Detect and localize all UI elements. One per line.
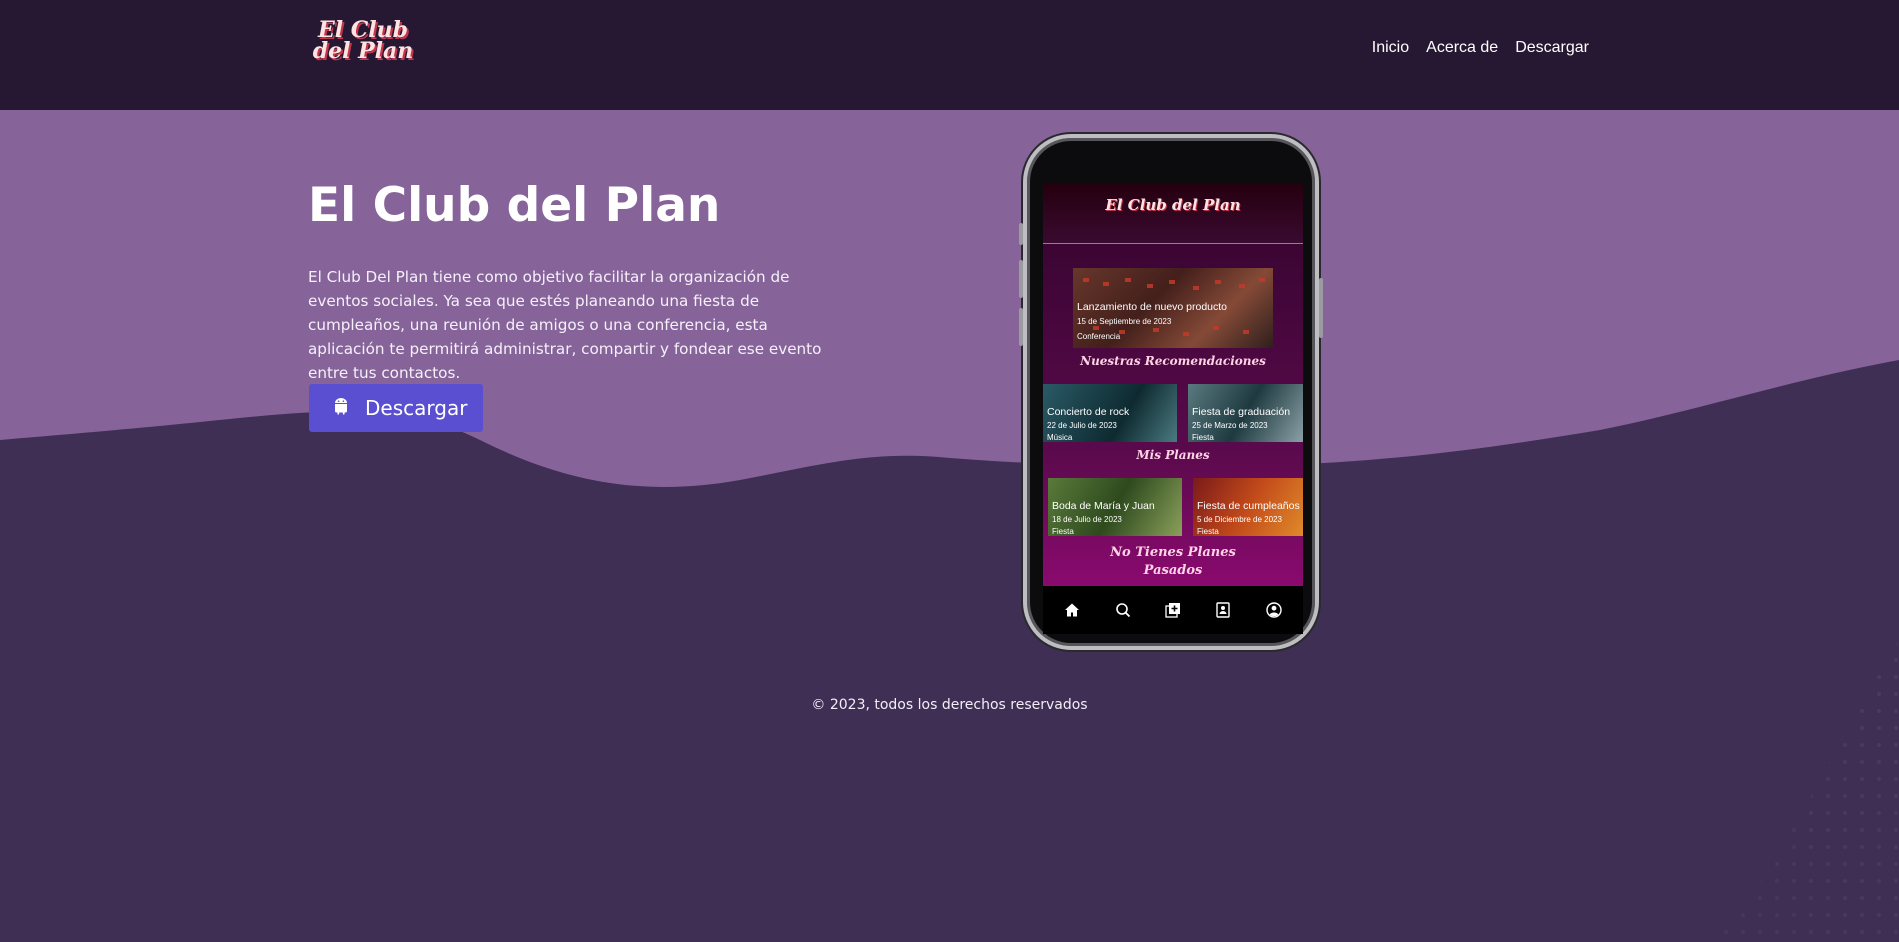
my-plan-category: Fiesta (1197, 527, 1219, 536)
app-logo: El Club del Plan (1105, 196, 1241, 214)
my-plans-heading: Mis Planes (1136, 448, 1210, 462)
recommendation-card-graduacion[interactable]: Fiesta de graduación 25 de Marzo de 2023… (1188, 384, 1303, 442)
app-tab-bar (1043, 586, 1303, 634)
my-plan-card-boda[interactable]: Boda de María y Juan 18 de Julio de 2023… (1048, 478, 1182, 536)
contacts-icon[interactable] (1214, 601, 1232, 619)
site-logo[interactable]: El Club del Plan (308, 19, 418, 70)
download-button[interactable]: Descargar (309, 384, 483, 432)
nav-link-inicio[interactable]: Inicio (1372, 39, 1409, 57)
featured-event-date: 15 de Septiembre de 2023 (1077, 317, 1172, 326)
main-nav: Inicio Acerca de Descargar (1372, 39, 1589, 57)
phone-side-button (1019, 223, 1023, 245)
recommendation-card-concierto[interactable]: Concierto de rock 22 de Julio de 2023 Mú… (1043, 384, 1177, 442)
recommendations-heading: Nuestras Recomendaciones (1080, 354, 1266, 368)
past-plans-empty-message: No Tienes Planes Pasados (1110, 545, 1236, 578)
footer-copyright: © 2023, todos los derechos reservados (811, 697, 1088, 713)
recommendation-title: Fiesta de graduación (1192, 406, 1291, 418)
my-plan-date: 5 de Diciembre de 2023 (1197, 515, 1282, 524)
decorative-dot-pattern (1655, 640, 1899, 942)
app-content: Lanzamiento de nuevo producto 15 de Sept… (1043, 244, 1303, 586)
recommendation-date: 25 de Marzo de 2023 (1192, 421, 1268, 430)
recommendation-title: Concierto de rock (1047, 406, 1130, 418)
download-button-label: Descargar (365, 396, 468, 420)
profile-icon[interactable] (1265, 601, 1283, 619)
my-plan-date: 18 de Julio de 2023 (1052, 515, 1122, 524)
nav-link-acerca-de[interactable]: Acerca de (1426, 39, 1498, 57)
app-header: El Club del Plan (1043, 184, 1303, 244)
phone-volume-down-button (1019, 308, 1023, 346)
phone-volume-up-button (1019, 260, 1023, 298)
recommendation-category: Música (1047, 433, 1073, 442)
hero-description: El Club Del Plan tiene como objetivo fac… (308, 268, 822, 382)
add-icon[interactable] (1164, 601, 1182, 619)
hero-wave-background (0, 110, 1899, 487)
hero-title: El Club del Plan (308, 178, 721, 233)
featured-event-category: Conferencia (1077, 332, 1121, 341)
recommendation-date: 22 de Julio de 2023 (1047, 421, 1117, 430)
my-plan-card-cumpleanos[interactable]: Fiesta de cumpleaños 5 de Diciembre de 2… (1193, 478, 1303, 536)
featured-event-title: Lanzamiento de nuevo producto (1077, 301, 1228, 313)
home-icon[interactable] (1063, 601, 1081, 619)
phone-power-button (1319, 278, 1323, 338)
my-plan-title: Fiesta de cumpleaños (1197, 500, 1300, 512)
android-icon (333, 397, 349, 419)
top-navigation-bar: El Club del Plan Inicio Acerca de Descar… (0, 0, 1899, 110)
featured-event-card[interactable]: Lanzamiento de nuevo producto 15 de Sept… (1073, 268, 1273, 348)
my-plan-title: Boda de María y Juan (1052, 500, 1155, 512)
search-icon[interactable] (1114, 601, 1132, 619)
phone-mockup: El Club del Plan Lanzamiento de nuevo pr… (1019, 134, 1323, 650)
phone-screen: El Club del Plan Lanzamiento de nuevo pr… (1043, 184, 1303, 634)
recommendation-category: Fiesta (1192, 433, 1214, 442)
my-plan-category: Fiesta (1052, 527, 1074, 536)
nav-link-descargar[interactable]: Descargar (1515, 39, 1589, 57)
